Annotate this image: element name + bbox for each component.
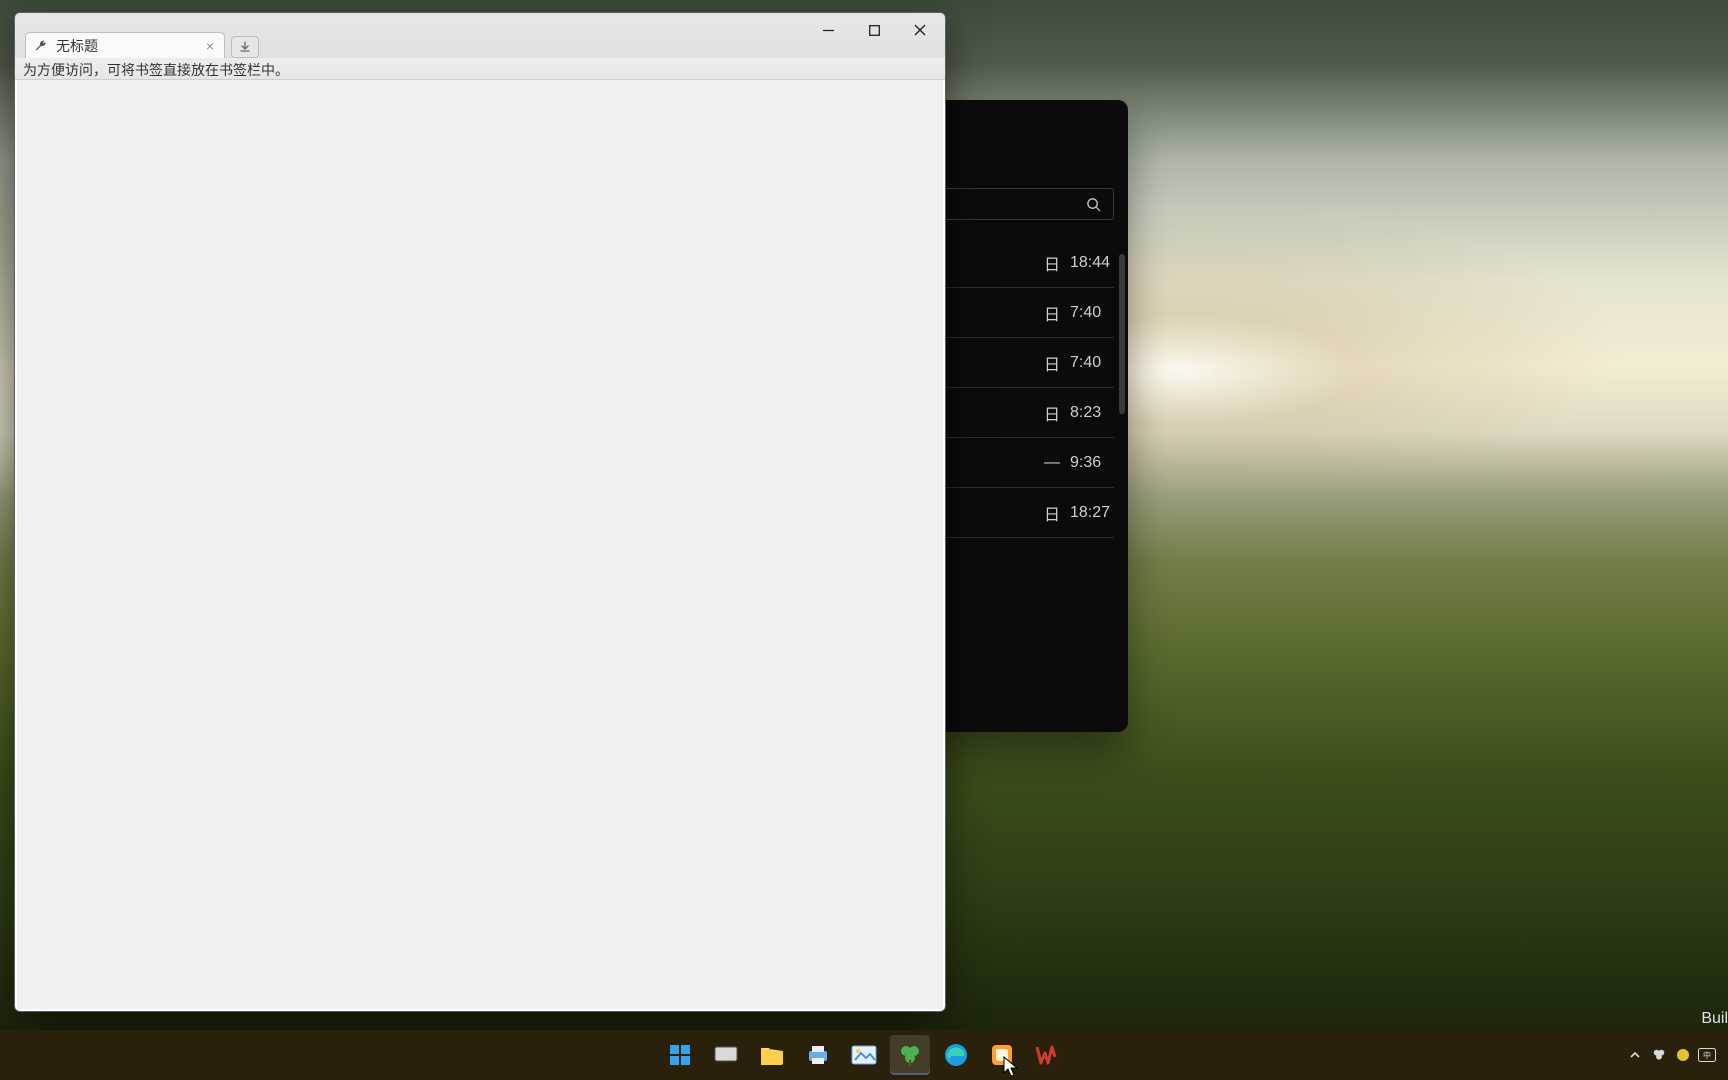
- maximize-button[interactable]: [851, 15, 897, 45]
- new-tab-button[interactable]: [231, 36, 259, 58]
- search-icon: [1086, 197, 1101, 212]
- taskview-button[interactable]: [706, 1035, 746, 1075]
- start-button[interactable]: [660, 1035, 700, 1075]
- tab-title: 无标题: [56, 36, 98, 56]
- list-sep: 日: [1044, 301, 1060, 325]
- wps-icon: [1035, 1042, 1061, 1068]
- tray-status[interactable]: [1672, 1040, 1694, 1070]
- taskbar-printer[interactable]: [798, 1035, 838, 1075]
- edge-icon: [943, 1042, 969, 1068]
- clover-content-area: [17, 80, 943, 1009]
- download-icon: [239, 41, 251, 53]
- printer-icon: [805, 1042, 831, 1068]
- tray-clover[interactable]: [1648, 1040, 1670, 1070]
- list-time: 7:40: [1070, 354, 1114, 372]
- tray-overflow[interactable]: [1624, 1040, 1646, 1070]
- list-sep: 日: [1044, 401, 1060, 425]
- list-time: 9:36: [1070, 454, 1114, 472]
- minimize-button[interactable]: [805, 15, 851, 45]
- list-sep: 日: [1044, 501, 1060, 525]
- bookmarks-bar[interactable]: 为方便访问，可将书签直接放在书签栏中。: [15, 58, 945, 80]
- close-button[interactable]: [897, 15, 943, 45]
- taskbar-systray: 中: [1624, 1040, 1718, 1070]
- folder-icon: [759, 1042, 785, 1068]
- clover-icon: [897, 1042, 923, 1068]
- clover-small-icon: [1652, 1048, 1666, 1062]
- bookmarks-hint: 为方便访问，可将书签直接放在书签栏中。: [23, 62, 289, 78]
- list-time: 8:23: [1070, 404, 1114, 422]
- taskbar-clover[interactable]: [890, 1035, 930, 1075]
- tab-untitled[interactable]: 无标题 ×: [25, 32, 225, 58]
- svg-text:中: 中: [1703, 1050, 1711, 1060]
- tray-ime[interactable]: 中: [1696, 1040, 1718, 1070]
- tab-close-icon[interactable]: ×: [206, 38, 214, 54]
- status-dot-icon: [1676, 1048, 1690, 1062]
- windows-logo-icon: [667, 1042, 693, 1068]
- scrollbar[interactable]: [1119, 254, 1125, 414]
- taskview-icon: [713, 1042, 739, 1068]
- list-sep: 日: [1044, 351, 1060, 375]
- taskbar: 中: [0, 1030, 1728, 1080]
- chevron-up-icon: [1629, 1049, 1641, 1061]
- picture-icon: [851, 1042, 877, 1068]
- list-time: 7:40: [1070, 304, 1114, 322]
- wrench-icon: [34, 39, 48, 53]
- mouse-cursor: [1003, 1056, 1019, 1078]
- taskbar-photos[interactable]: [844, 1035, 884, 1075]
- list-time: 18:44: [1070, 254, 1114, 272]
- ime-icon: 中: [1698, 1048, 1716, 1062]
- list-sep: 日: [1044, 251, 1060, 275]
- list-time: 18:27: [1070, 504, 1114, 522]
- taskbar-wps[interactable]: [1028, 1035, 1068, 1075]
- taskbar-edge[interactable]: [936, 1035, 976, 1075]
- build-watermark: Buil: [1701, 1010, 1728, 1028]
- list-sep: —: [1044, 454, 1060, 472]
- clover-window: 无标题 × 为方便访问，可将书签直接放在书签栏中。: [14, 12, 946, 1012]
- window-controls: [805, 15, 943, 45]
- taskbar-file-explorer[interactable]: [752, 1035, 792, 1075]
